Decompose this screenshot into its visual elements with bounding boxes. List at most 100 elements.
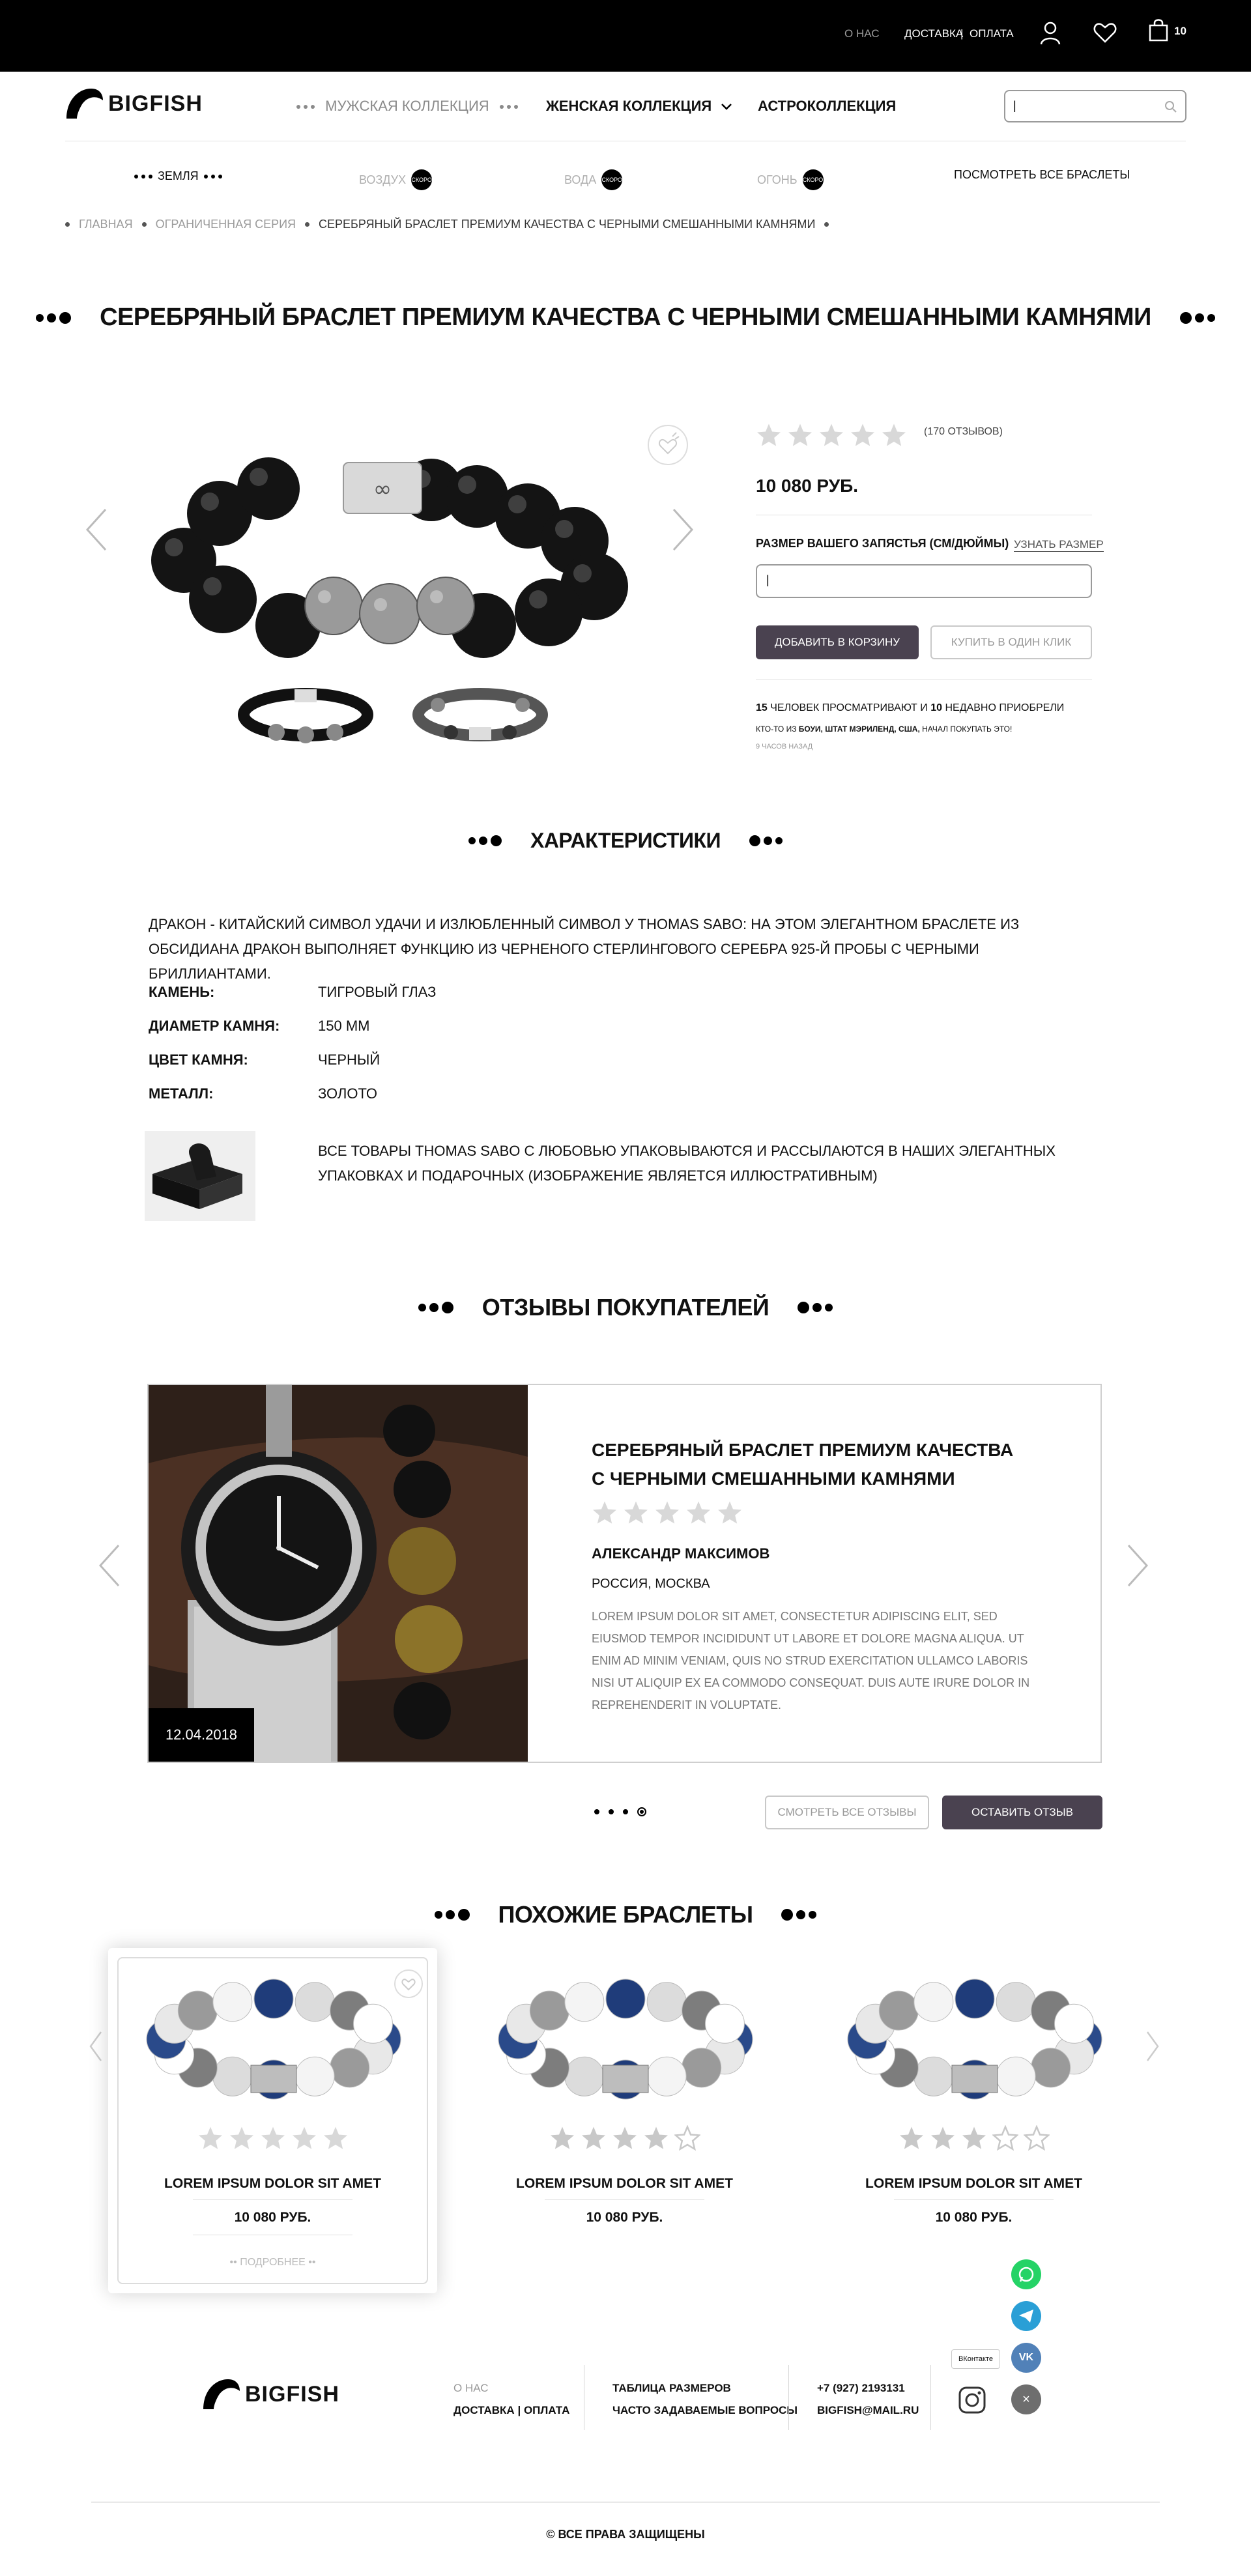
soon-badge: СКОРО [802,169,824,190]
card-name[interactable]: LOREM IPSUM DOLOR SIT AMET [809,2176,1138,2192]
footer-logo[interactable]: BIGFISH [202,2378,339,2411]
instagram-icon[interactable] [958,2386,986,2414]
recent-prefix: КТО-ТО ИЗ [756,724,797,734]
dots-icon [418,1302,453,1313]
nav-astro[interactable]: АСТРОКОЛЛЕКЦИЯ [758,98,896,115]
svg-text:∞: ∞ [373,476,392,502]
card-rating [108,2125,437,2151]
dots-icon: •• [305,2257,316,2268]
pagination-dot[interactable] [594,1809,599,1814]
product-card[interactable]: LOREM IPSUM DOLOR SIT AMET 10 080 РУБ. •… [108,1948,437,2293]
review-author: АЛЕКСАНДР МАКСИМОВ [592,1545,770,1562]
star-icon [593,1501,616,1524]
similar-title-row: ПОХОЖИЕ БРАСЛЕТЫ [0,1901,1251,1928]
similar-next-arrow[interactable] [1145,2030,1160,2063]
delivery-link[interactable]: ДОСТАВКА [904,27,963,40]
leave-review-button[interactable]: ОСТАВИТЬ ОТЗЫВ [942,1796,1102,1829]
star-icon [292,2126,316,2149]
footer-delivery-payment: ДОСТАВКА | ОПЛАТА [453,2404,569,2417]
footer-divider [930,2365,931,2430]
buy-one-click-button[interactable]: КУПИТЬ В ОДИН КЛИК [930,625,1092,659]
breadcrumb-series[interactable]: ОГРАНИЧЕННАЯ СЕРИЯ [156,218,296,231]
close-icon[interactable]: × [1011,2384,1041,2414]
heart-icon[interactable] [1093,22,1117,43]
wishlist-icon[interactable] [646,423,689,466]
product-card[interactable]: LOREM IPSUM DOLOR SIT AMET 10 080 РУБ. [460,1948,789,2293]
star-icon [198,2126,222,2149]
vk-icon[interactable]: VK [1011,2343,1041,2373]
star-icon [718,1501,741,1524]
star-icon [655,1501,679,1524]
pagination-dot[interactable] [637,1807,646,1816]
product-title: СЕРЕБРЯНЫЙ БРАСЛЕТ ПРЕМИУМ КАЧЕСТВА С ЧЕ… [100,304,1151,331]
payment-link[interactable]: ОПЛАТА [970,27,1014,40]
whatsapp-icon[interactable] [1011,2259,1041,2289]
logo[interactable]: BIGFISH [65,87,203,120]
product-thumbnail-2[interactable] [412,685,549,744]
more-label: ПОДРОБНЕЕ [240,2257,306,2268]
review-product-line2: С ЧЕРНЫМИ СМЕШАННЫМИ КАМНЯМИ [592,1468,955,1489]
gallery-next-arrow[interactable] [671,507,695,552]
more-link[interactable]: •• ПОДРОБНЕЕ •• [108,2257,437,2268]
product-main-image[interactable]: ∞ [145,443,635,658]
card-name[interactable]: LOREM IPSUM DOLOR SIT AMET [108,2176,437,2192]
product-rating [756,422,907,448]
card-rating [809,2125,1138,2151]
search-icon[interactable] [1164,100,1177,113]
footer-phone[interactable]: +7 (927) 2193131 [817,2382,905,2395]
telegram-icon[interactable] [1011,2301,1041,2331]
dots-icon [468,835,502,846]
star-icon [624,1501,648,1524]
watch-bracelet-image [149,1385,528,1762]
footer-sizes-link[interactable]: ТАБЛИЦА РАЗМЕРОВ [612,2382,731,2395]
wrist-size-field[interactable] [756,564,1092,598]
telegram-glyph [1019,2310,1033,2323]
filter-water[interactable]: ВОДА СКОРО [564,169,623,190]
filter-earth[interactable]: ЗЕМЛЯ [134,169,222,183]
search-box[interactable] [1004,90,1186,122]
footer-delivery-link[interactable]: ДОСТАВКА [453,2404,515,2416]
see-all-bracelets-link[interactable]: ПОСМОТРЕТЬ ВСЕ БРАСЛЕТЫ [954,168,1130,182]
footer-about-link[interactable]: О НАС [453,2382,488,2395]
nav-women-label: ЖЕНСКАЯ КОЛЛЕКЦИЯ [546,98,712,114]
card-name[interactable]: LOREM IPSUM DOLOR SIT AMET [460,2176,789,2192]
search-input[interactable] [1013,91,1157,120]
product-card[interactable]: LOREM IPSUM DOLOR SIT AMET 10 080 РУБ. [809,1948,1138,2293]
star-icon [820,423,843,446]
gallery-prev-arrow[interactable] [85,507,108,552]
footer-email[interactable]: BIGFISH@MAIL.RU [817,2404,919,2417]
dots-icon [749,835,783,846]
product-thumbnail-1[interactable] [237,685,374,744]
filter-air[interactable]: ВОЗДУХ СКОРО [359,169,433,190]
nav-women[interactable]: ЖЕНСКАЯ КОЛЛЕКЦИЯ [546,98,732,115]
packaging-image [145,1131,255,1221]
footer-faq-link[interactable]: ЧАСТО ЗАДАВАЕМЫЕ ВОПРОСЫ [612,2404,798,2417]
user-icon[interactable] [1040,21,1061,46]
pagination-dot[interactable] [623,1809,628,1814]
reviews-next-arrow[interactable] [1126,1543,1149,1588]
breadcrumb-bullet [824,222,829,227]
reviews-count[interactable]: (170 ОТЗЫВОВ) [924,426,1003,438]
breadcrumb-home[interactable]: ГЛАВНАЯ [79,218,133,231]
top-bar: О НАС ДОСТАВКА | ОПЛАТА 10 [0,0,1251,72]
find-size-link[interactable]: УЗНАТЬ РАЗМЕР [1014,538,1104,552]
filter-fire[interactable]: ОГОНЬ СКОРО [757,169,824,190]
similar-prev-arrow[interactable] [89,2030,103,2063]
footer-payment-link[interactable]: ОПЛАТА [524,2404,569,2416]
spec-value: ЗОЛОТО [318,1085,378,1102]
bag-icon[interactable] [1148,18,1169,42]
add-to-cart-button[interactable]: ДОБАВИТЬ В КОРЗИНУ [756,625,919,659]
dots-icon [203,174,222,179]
pagination-dot[interactable] [609,1809,614,1814]
star-icon [757,423,781,446]
about-link[interactable]: О НАС [844,27,879,40]
filter-air-label: ВОЗДУХ [359,173,407,186]
nav-men[interactable]: МУЖСКАЯ КОЛЛЕКЦИЯ [296,98,518,115]
specs-title: ХАРАКТЕРИСТИКИ [530,829,721,852]
review-photo[interactable]: 12.04.2018 [149,1385,528,1762]
reviews-pagination [594,1807,646,1816]
see-all-reviews-button[interactable]: СМОТРЕТЬ ВСЕ ОТЗЫВЫ [765,1796,929,1829]
reviews-prev-arrow[interactable] [98,1543,121,1588]
logo-icon [66,89,103,119]
wrist-size-input[interactable] [766,573,962,587]
